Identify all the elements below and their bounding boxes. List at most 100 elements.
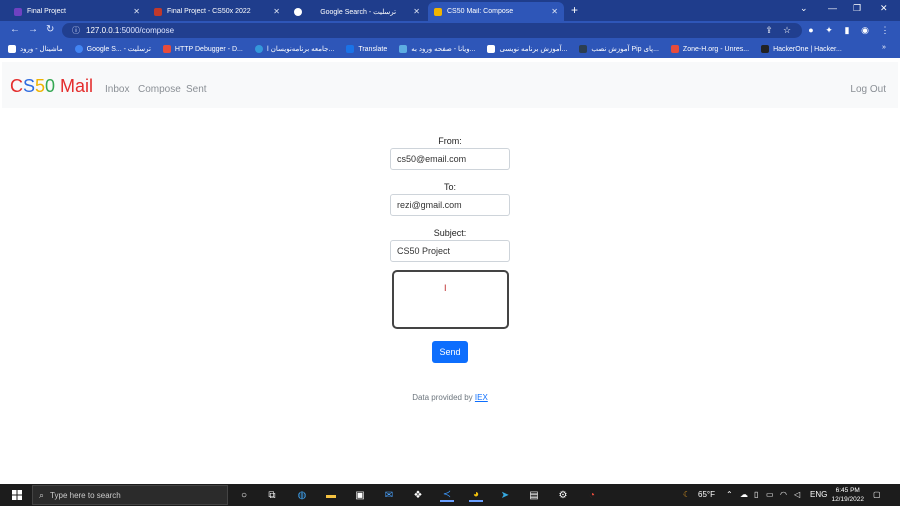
close-window-icon[interactable]: ✕ (880, 3, 888, 14)
from-field[interactable]: cs50@email.com (390, 148, 510, 170)
google-icon (74, 45, 83, 53)
bookmark-favicon-icon (761, 45, 770, 53)
app-icon[interactable]: ❖ (411, 488, 425, 502)
bookmark-item[interactable]: ماشینال - ورود (8, 45, 63, 53)
bookmark-item[interactable]: آموزش نصب Pip پای... (579, 45, 659, 53)
browser-tab-final-project[interactable]: Final Project ✕ (8, 2, 146, 21)
windows-start-icon[interactable] (12, 490, 22, 500)
network-icon[interactable]: ◠ (780, 490, 787, 499)
extension-badge-icon[interactable]: ● (806, 25, 816, 35)
telegram-icon[interactable]: ➤ (498, 488, 512, 502)
browser-tab-cs50x[interactable]: Final Project - CS50x 2022 ✕ (148, 2, 286, 21)
url-host: 127.0.0.1 (86, 26, 120, 35)
app-icon[interactable]: ◔ (585, 488, 599, 502)
bookmark-favicon-icon (162, 45, 171, 53)
share-icon[interactable]: ⇪ (764, 25, 774, 35)
weather-icon[interactable]: ☾ (683, 490, 690, 499)
browser-tab-cs50-mail[interactable]: CS50 Mail: Compose ✕ (428, 2, 564, 21)
edge-icon[interactable]: ◍ (295, 488, 309, 502)
reload-icon[interactable]: ↻ (46, 24, 54, 35)
nav-compose-link[interactable]: Compose (138, 84, 181, 95)
subject-field[interactable]: CS50 Project (390, 240, 510, 262)
nav-sent-link[interactable]: Sent (186, 84, 207, 95)
browser-toolbar: ← → ↻ ⓘ 127.0.0.1:5000/compose ⇪ ☆ ● ✦ ▮… (0, 21, 900, 40)
web-page: CS50 Mail Inbox Compose Sent Log Out Fro… (2, 58, 898, 484)
notifications-icon[interactable]: ▢ (873, 490, 881, 499)
address-bar[interactable]: ⓘ 127.0.0.1:5000/compose (62, 23, 802, 38)
file-explorer-icon[interactable]: ▬ (324, 488, 338, 502)
bookmark-item[interactable]: آموزش برنامه نویسی... (487, 45, 567, 53)
bookmarks-overflow-icon[interactable]: » (882, 44, 886, 51)
weather-temp[interactable]: 65°F (698, 490, 715, 499)
restore-icon[interactable]: ❐ (853, 3, 861, 14)
tab-title: Google Search - ترسلیت (320, 8, 397, 16)
google-icon (294, 7, 302, 16)
bookmark-favicon-icon (579, 45, 588, 53)
translate-icon (346, 45, 355, 53)
tab-title: CS50 Mail: Compose (447, 8, 514, 15)
tab-favicon-icon (154, 7, 162, 16)
microphone-icon[interactable]: ▯ (754, 490, 758, 499)
language-indicator[interactable]: ENG (810, 490, 827, 499)
cloud-icon[interactable]: ☁ (740, 490, 748, 499)
back-icon[interactable]: ← (10, 24, 20, 35)
bookmark-favicon-icon (8, 45, 16, 53)
profile-avatar-icon[interactable]: ◉ (860, 25, 870, 35)
cortana-icon[interactable]: ○ (237, 488, 251, 502)
clock-time: 6:45 PM (835, 487, 860, 494)
info-icon[interactable]: ⓘ (72, 25, 80, 36)
bookmark-item[interactable]: HackerOne | Hacker... (761, 45, 842, 53)
bookmark-favicon-icon (487, 45, 496, 53)
volume-icon[interactable]: ◁ (794, 490, 800, 499)
browser-tab-strip: Final Project ✕ Final Project - CS50x 20… (0, 0, 900, 21)
nav-inbox-link[interactable]: Inbox (105, 84, 129, 95)
bookmark-item[interactable]: جامعه برنامه‌نویسان ا... (254, 45, 334, 53)
close-tab-icon[interactable]: ✕ (133, 7, 140, 16)
close-tab-icon[interactable]: ✕ (273, 7, 280, 16)
clock-date: 12/19/2022 (831, 496, 864, 503)
task-view-icon[interactable]: ⧉ (265, 488, 279, 502)
logout-link[interactable]: Log Out (850, 84, 886, 95)
tab-search-icon[interactable]: ⌄ (800, 3, 808, 14)
bookmark-item[interactable]: ویانا - صفحه ورود به... (399, 45, 475, 53)
bookmark-favicon-icon (254, 45, 263, 53)
app-icon[interactable]: ▤ (527, 488, 541, 502)
mail-icon[interactable]: ✉ (382, 488, 396, 502)
taskbar-clock[interactable]: 6:45 PM 12/19/2022 (831, 486, 864, 504)
close-tab-icon[interactable]: ✕ (551, 7, 558, 16)
browser-tab-google-search[interactable]: Google Search - ترسلیت ✕ (288, 2, 426, 21)
bookmark-item[interactable]: Zone-H.org - Unres... (670, 45, 749, 53)
windows-taskbar: ⌕ Type here to search ○ ⧉ ◍ ▬ ▣ ✉ ❖ ≺ ◕ … (0, 484, 900, 506)
from-label: From: (438, 136, 462, 146)
to-field[interactable]: rezi@gmail.com (390, 194, 510, 216)
browser-menu-icon[interactable]: ⋮ (880, 25, 890, 35)
taskbar-search-box[interactable]: ⌕ Type here to search (32, 485, 228, 505)
chrome-icon[interactable]: ◕ (469, 488, 483, 502)
to-label: To: (443, 182, 456, 192)
search-icon: ⌕ (39, 489, 45, 500)
extensions-puzzle-icon[interactable]: ✦ (824, 25, 834, 35)
minimize-icon[interactable]: — (828, 3, 837, 13)
tray-chevron-icon[interactable]: ⌃ (726, 490, 733, 499)
text-cursor-icon: I (444, 283, 447, 293)
side-panel-icon[interactable]: ▮ (842, 25, 852, 35)
settings-gear-icon[interactable]: ⚙ (556, 488, 570, 502)
store-icon[interactable]: ▣ (353, 488, 367, 502)
forward-icon[interactable]: → (28, 24, 38, 35)
iex-link[interactable]: IEX (475, 393, 488, 402)
footer: Data provided by IEX (412, 393, 488, 402)
bookmark-item[interactable]: HTTP Debugger - D... (162, 45, 243, 53)
body-textarea[interactable]: I (392, 270, 509, 329)
bookmark-star-icon[interactable]: ☆ (782, 25, 792, 35)
app-brand[interactable]: CS50 Mail (10, 76, 93, 97)
bookmark-item[interactable]: Translate (346, 45, 387, 53)
tab-title: Final Project (27, 8, 66, 15)
close-tab-icon[interactable]: ✕ (413, 7, 420, 16)
new-tab-button[interactable]: + (571, 3, 578, 17)
battery-icon[interactable]: ▭ (766, 490, 774, 499)
bookmark-item[interactable]: Google S... - ترسلیت (74, 45, 151, 53)
tab-title: Final Project - CS50x 2022 (167, 8, 251, 15)
send-button[interactable]: Send (432, 341, 468, 363)
vscode-icon[interactable]: ≺ (440, 488, 454, 502)
subject-label: Subject: (433, 228, 467, 238)
